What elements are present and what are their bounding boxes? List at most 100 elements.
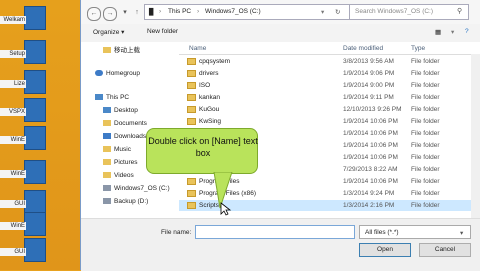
homegroup-icon (95, 70, 103, 76)
desktop-icon-item[interactable]: WinE (0, 160, 46, 190)
back-button[interactable]: ← (87, 7, 101, 21)
filetype-value: All files (*.*) (365, 229, 399, 236)
desktop-icon-label: Lize (0, 80, 26, 88)
nav-item-label: Desktop (114, 107, 138, 114)
table-row[interactable]: KwSing 1/9/2014 10:06 PM File folder (179, 116, 480, 127)
dialog-toolbar: Organize ▾ New folder ▦ ▾ ? (81, 24, 480, 43)
search-input[interactable]: Search Windows7_OS (C:) (355, 8, 433, 15)
filename-input[interactable] (195, 225, 355, 239)
desktop-icon-item[interactable]: GUI (0, 238, 46, 268)
row-type: File folder (411, 190, 440, 197)
breadcrumb-drive[interactable]: Windows7_OS (C:) (205, 8, 261, 15)
row-name: kankan (199, 94, 220, 101)
table-row[interactable]: drivers 1/9/2014 9:06 PM File folder (179, 68, 480, 79)
desktop-icon-item[interactable]: Welkam (0, 6, 46, 36)
filetype-select[interactable]: All files (*.*) ▾ (359, 225, 471, 239)
nav-item-music[interactable]: Music (103, 146, 131, 153)
table-row[interactable]: KuGou 12/10/2013 9:26 PM File folder (179, 104, 480, 115)
row-date: 1/9/2014 10:06 PM (343, 178, 398, 185)
up-button[interactable]: ↑ (131, 7, 143, 19)
desktop-shortcut-icon (24, 126, 46, 150)
file-list-header: Name Date modified Type (179, 42, 480, 55)
column-header-type[interactable]: Type (411, 45, 425, 52)
desktop-icon-label: Setup (0, 50, 26, 58)
nav-item-label: 移动上载 (114, 47, 140, 54)
up-arrow-icon: ↑ (135, 9, 139, 16)
row-type: File folder (411, 94, 440, 101)
folder-icon (103, 47, 111, 53)
column-header-name[interactable]: Name (189, 45, 206, 52)
nav-item-this-pc[interactable]: This PC (95, 94, 129, 101)
row-name: KuGou (199, 106, 220, 113)
mouse-cursor-shape (220, 202, 232, 216)
row-type: File folder (411, 106, 440, 113)
nav-item-label: Videos (114, 172, 134, 179)
row-type: File folder (411, 178, 440, 185)
row-date: 1/9/2014 9:11 PM (343, 94, 394, 101)
table-row[interactable]: cpqsystem 3/8/2013 9:56 AM File folder (179, 56, 480, 67)
callout-text-line-2: box (195, 148, 211, 158)
organize-menu[interactable]: Organize ▾ (93, 28, 124, 36)
search-box[interactable]: Search Windows7_OS (C:) ⚲ (349, 4, 469, 20)
help-icon[interactable]: ? (465, 28, 469, 35)
videos-icon (103, 172, 111, 178)
breadcrumb-separator-icon: › (159, 8, 162, 15)
desktop-icon-item[interactable]: Lize (0, 70, 46, 100)
desktop-icon-label: GUI (0, 248, 26, 256)
row-date: 1/3/2014 9:24 PM (343, 190, 395, 197)
desktop-icon-label: GUI (0, 200, 26, 208)
computer-icon: ▉ (149, 9, 154, 16)
nav-item-label: Windows7_OS (C:) (114, 185, 170, 192)
nav-item-homegroup[interactable]: Homegroup (95, 70, 140, 77)
music-icon (103, 146, 111, 152)
row-type: File folder (411, 202, 440, 209)
desktop-icon-item[interactable]: Setup (0, 40, 46, 70)
refresh-icon[interactable]: ↻ (335, 8, 340, 16)
nav-item-drive-d[interactable]: Backup (D:) (103, 198, 148, 205)
desktop-icon-item[interactable]: WinE (0, 126, 46, 156)
desktop-icon-label: Welkam (0, 16, 26, 24)
nav-item-videos[interactable]: Videos (103, 172, 134, 179)
mouse-cursor-icon (220, 202, 232, 216)
desktop-icon-label: WinE (0, 170, 26, 178)
folder-icon (187, 70, 196, 77)
cancel-button[interactable]: Cancel (419, 243, 471, 257)
open-button[interactable]: Open (359, 243, 411, 257)
new-folder-button[interactable]: New folder (147, 28, 178, 35)
desktop-shortcut-icon (24, 160, 46, 184)
folder-icon (187, 118, 196, 125)
open-file-dialog: ← → ▾ ↑ ▉ › This PC › Windows7_OS (C:) ▾… (80, 0, 480, 271)
recent-locations-button[interactable]: ▾ (119, 7, 131, 19)
desktop-icon-label: WinE (0, 222, 26, 230)
row-name: drivers (199, 70, 219, 77)
chevron-down-icon: ▾ (460, 230, 464, 237)
forward-button[interactable]: → (103, 7, 117, 21)
desktop-icon-label: VSPX (0, 108, 26, 116)
row-type: File folder (411, 82, 440, 89)
table-row[interactable]: kankan 1/9/2014 9:11 PM File folder (179, 92, 480, 103)
row-date: 1/9/2014 10:06 PM (343, 118, 398, 125)
folder-icon (187, 190, 196, 197)
chevron-down-icon[interactable]: ▾ (451, 28, 454, 36)
nav-item-drive-c[interactable]: Windows7_OS (C:) (103, 185, 170, 192)
desktop-shortcut-icon (24, 70, 46, 94)
vertical-scrollbar[interactable] (471, 54, 480, 218)
folder-icon (187, 82, 196, 89)
row-date: 1/9/2014 9:00 PM (343, 82, 395, 89)
row-date: 7/29/2013 8:22 AM (343, 166, 398, 173)
folder-icon (187, 94, 196, 101)
breadcrumb-this-pc[interactable]: This PC (168, 8, 191, 15)
column-header-date[interactable]: Date modified (343, 45, 383, 52)
search-icon: ⚲ (457, 8, 463, 15)
nav-item-downloads[interactable]: Downloads (103, 133, 146, 140)
nav-item-desktop[interactable]: Desktop (103, 107, 138, 114)
address-bar[interactable]: ▉ › This PC › Windows7_OS (C:) ▾ ↻ (144, 4, 350, 20)
nav-item-pictures[interactable]: Pictures (103, 159, 137, 166)
view-options-icon[interactable]: ▦ (435, 28, 441, 36)
nav-item-documents[interactable]: Documents (103, 120, 147, 127)
table-row[interactable]: ISO 1/9/2014 9:00 PM File folder (179, 80, 480, 91)
row-date: 1/9/2014 10:06 PM (343, 142, 398, 149)
desktop-icon-item[interactable]: VSPX (0, 98, 46, 128)
drive-icon (103, 185, 111, 191)
nav-item-folder[interactable]: 移动上载 (103, 44, 140, 54)
